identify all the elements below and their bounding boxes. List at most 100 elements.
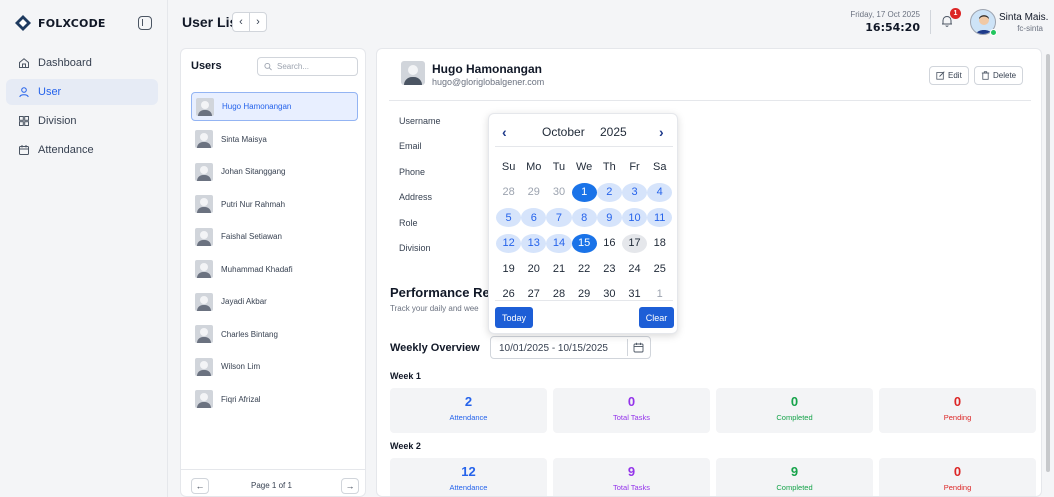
calendar-day[interactable]: 24 [622,259,647,278]
sidebar-nav: Dashboard User Division Attendance [6,50,158,166]
prev-month-button[interactable]: ‹ [502,124,507,140]
stat-value: 0 [953,394,962,409]
calendar-day[interactable]: 4 [647,182,673,202]
clear-button[interactable]: Clear [639,307,674,328]
field-label-division: Division [399,243,431,253]
calendar-day[interactable]: 28 [496,183,521,202]
calendar-day[interactable]: 18 [647,234,672,253]
list-item[interactable]: Charles Bintang [191,320,358,349]
avatar [195,162,213,181]
list-item[interactable]: Fiqri Afrizal [191,385,358,414]
detail-name: Hugo Hamonangan [432,62,542,76]
trash-icon [981,71,990,80]
list-item[interactable]: Sinta Maisya [191,125,358,154]
calendar-day[interactable]: 16 [597,234,622,253]
sidebar-collapse-icon[interactable] [138,16,152,30]
top-header: User List ‹ › Friday, 17 Oct 2025 16:54:… [168,0,1054,46]
users-title: Users [191,60,222,72]
calendar-day[interactable]: 8 [571,208,597,228]
calendar-day[interactable]: 23 [597,259,622,278]
calendar-day[interactable]: 5 [496,208,522,228]
calendar-day[interactable]: 29 [521,183,546,202]
page-scrollbar[interactable] [1046,54,1050,472]
calendar-day[interactable]: 2 [596,182,622,202]
sidebar-item-attendance[interactable]: Attendance [6,137,158,163]
stat-label: Completed [776,483,813,492]
next-page-button[interactable]: → [341,478,359,494]
stat-label: Total Tasks [613,413,650,422]
calendar-weekday: Fr [629,160,640,173]
list-item[interactable]: Hugo Hamonangan [191,92,358,121]
back-button[interactable]: ‹ [232,12,250,32]
date-range-input[interactable]: 10/01/2025 - 10/15/2025 [490,336,651,359]
list-item[interactable]: Putri Nur Rahmah [191,190,358,219]
calendar-day[interactable]: 30 [546,183,571,202]
today-button[interactable]: Today [495,307,533,328]
prev-page-button[interactable]: ← [191,478,209,494]
avatar [195,195,213,213]
delete-label: Delete [993,71,1017,80]
list-item[interactable]: Muhammad Khadafi [191,255,358,284]
calendar-day[interactable]: 17 [621,233,648,253]
calendar-day[interactable]: 1 [571,182,597,202]
calendar-week-row: 19 20 21 22 23 24 25 [496,256,676,282]
stat-label: Attendance [449,483,488,492]
stat-card-total-tasks: 9 Total Tasks [553,458,710,496]
calendar-day[interactable]: 15 [571,233,597,253]
sidebar-item-division[interactable]: Division [6,108,158,134]
search-input[interactable] [277,62,357,71]
sidebar-item-label: Dashboard [38,57,92,69]
user-name[interactable]: Sinta Mais... [999,12,1049,23]
calendar-weekday: Su [501,160,516,173]
list-item[interactable]: Johan Sitanggang [191,157,358,186]
stat-value: 9 [627,464,636,479]
forward-button[interactable]: › [249,12,267,32]
calendar-day[interactable]: 19 [496,259,521,278]
user-list: Hugo Hamonangan Sinta Maisya Johan Sitan… [191,92,358,417]
calendar-day[interactable]: 20 [521,259,546,278]
calendar-year[interactable]: 2025 [600,125,627,139]
calendar-day[interactable]: 11 [647,208,673,228]
calendar-day[interactable]: 22 [572,259,597,278]
field-label-address: Address [399,192,433,202]
stat-label: Pending [943,483,972,492]
search-box[interactable] [257,57,358,76]
sidebar-item-user[interactable]: User [6,79,158,105]
calendar-day[interactable]: 9 [596,208,622,228]
calendar-week-row: 5 6 7 8 9 10 11 [496,205,676,231]
calendar-day[interactable]: 10 [621,208,648,228]
stat-card-completed: 0 Completed [716,388,873,433]
sidebar: FOLXCODE Dashboard User Division Attenda… [0,0,168,497]
calendar-icon[interactable] [633,342,644,353]
calendar-day[interactable]: 14 [546,233,572,253]
edit-button[interactable]: Edit [929,66,969,85]
calendar-day[interactable]: 25 [647,259,672,278]
calendar-day[interactable]: 7 [546,208,572,228]
list-item[interactable]: Jayadi Akbar [191,287,358,316]
calendar-week-row: 26 27 28 29 30 31 1 [496,282,676,308]
next-month-button[interactable]: › [659,124,664,140]
calendar-icon [19,145,29,155]
calendar-divider [495,300,673,301]
delete-button[interactable]: Delete [974,66,1024,85]
avatar [195,227,213,246]
calendar-day[interactable]: 13 [521,233,547,253]
avatar [195,130,213,148]
user-item-name: Fiqri Afrizal [221,394,261,404]
page-indicator: Page 1 of 1 [251,481,292,490]
sidebar-item-dashboard[interactable]: Dashboard [6,50,158,76]
avatar [195,292,213,311]
calendar-week-row: 28 29 30 1 2 3 4 [496,180,676,206]
current-time: 16:54:20 [865,21,920,34]
stat-card-attendance: 12 Attendance [390,458,547,496]
calendar-day[interactable]: 3 [621,182,648,202]
calendar-day[interactable]: 12 [496,233,522,253]
calendar-month[interactable]: October [542,125,585,139]
list-item[interactable]: Faishal Setiawan [191,222,358,251]
sidebar-item-label: Division [38,115,77,127]
week-1-label: Week 1 [390,371,421,381]
user-detail-panel: Hugo Hamonangan hugo@gloriglobalgener.co… [376,48,1042,497]
list-item[interactable]: Wilson Lim [191,352,358,381]
calendar-day[interactable]: 6 [521,208,547,228]
calendar-day[interactable]: 21 [546,259,571,278]
